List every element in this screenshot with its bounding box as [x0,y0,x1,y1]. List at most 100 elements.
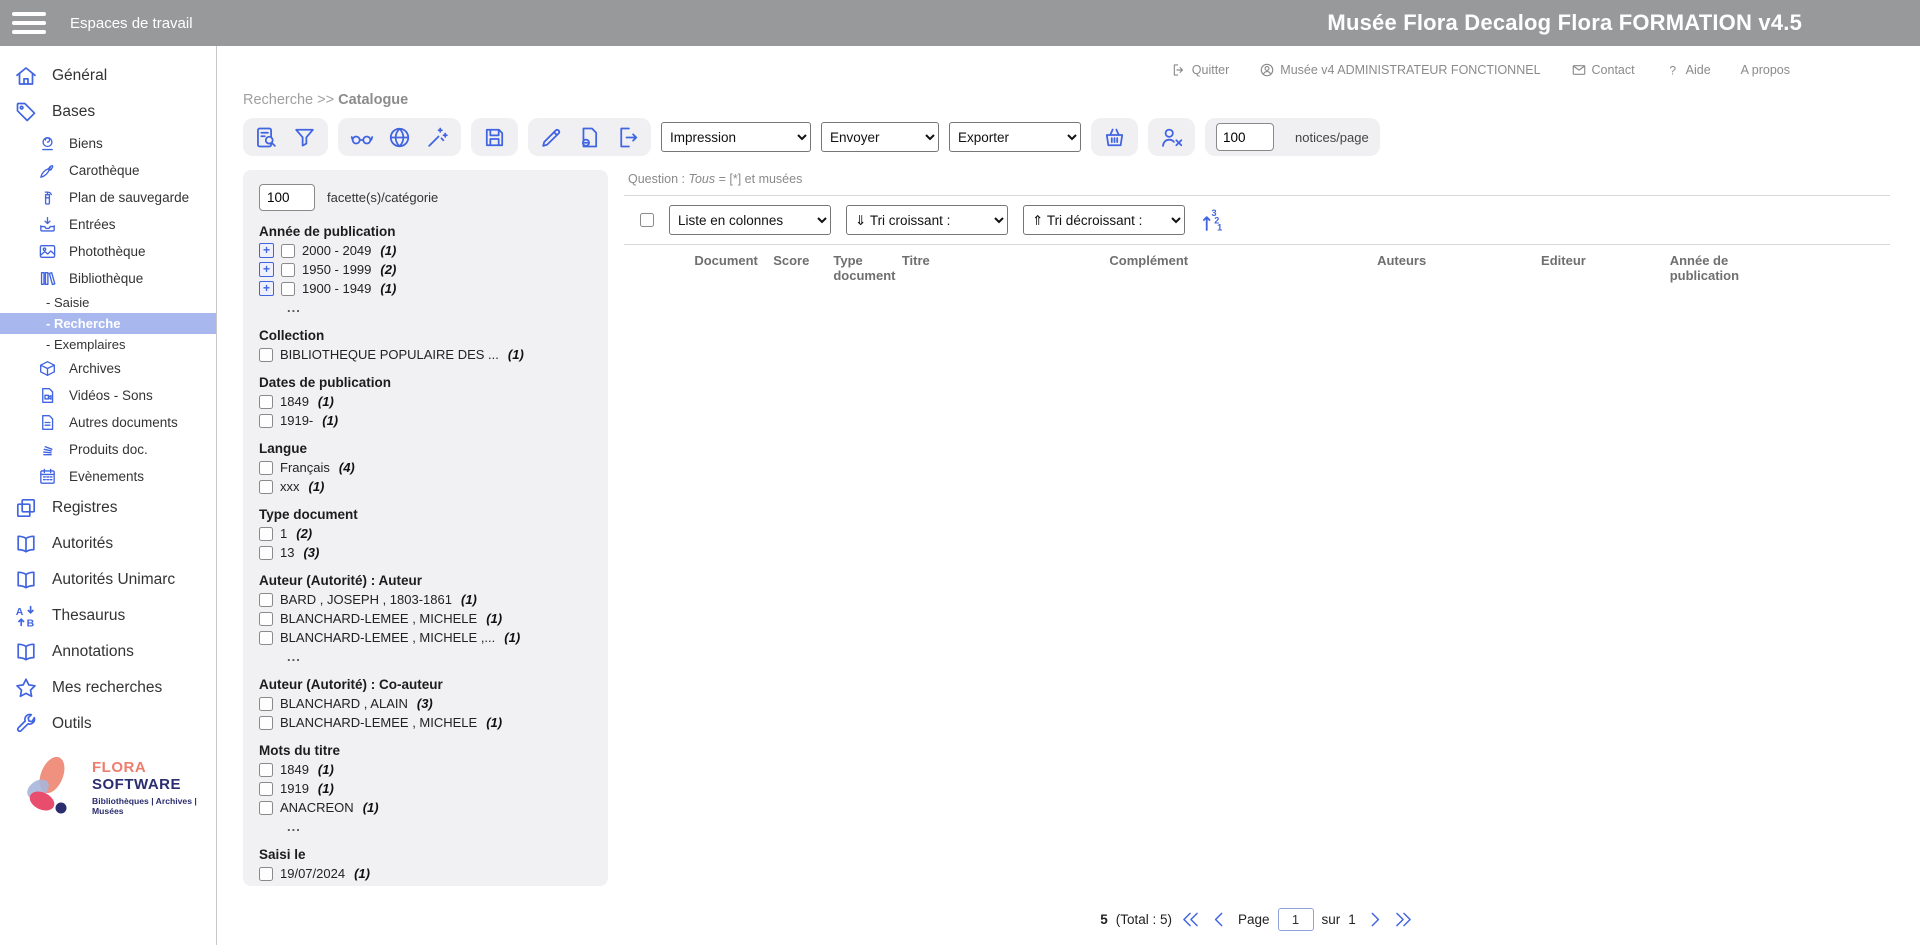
expand-plus-icon[interactable]: + [259,243,274,258]
sidebar-item-saisie[interactable]: - Saisie [0,292,216,313]
sidebar-item-videos-sons[interactable]: Vidéos - Sons [0,382,216,409]
sidebar-item-bases[interactable]: Bases [0,94,216,130]
facet-label: 1900 - 1949 [302,281,371,296]
facet-more-link[interactable]: ... [287,819,592,834]
sidebar-item-entrees[interactable]: Entrées [0,211,216,238]
expand-plus-icon[interactable]: + [259,262,274,277]
facet-more-link[interactable]: ... [287,300,592,315]
pencil-icon[interactable] [539,125,564,150]
sidebar-item-plan-de-sauvegarde[interactable]: Plan de sauvegarde [0,184,216,211]
main-area: Quitter Musée v4 ADMINISTRATEUR FONCTIONN… [217,46,1920,945]
sidebar-item-label: Carothèque [69,163,140,178]
sidebar-item-thesaurus[interactable]: ABThesaurus [0,598,216,634]
sidebar-item-label: - Exemplaires [46,337,125,352]
facet-checkbox[interactable] [259,348,273,362]
sidebar-item-annotations[interactable]: Annotations [0,634,216,670]
sidebar-item-recherche[interactable]: - Recherche [0,313,216,334]
basket-icon[interactable] [1102,125,1127,150]
userbar-aide[interactable]: ?Aide [1665,62,1711,78]
facet-count-input[interactable] [259,184,315,211]
facet-checkbox[interactable] [259,414,273,428]
facet-group-title: Saisi le [259,847,592,862]
doc-export-icon[interactable] [615,125,640,150]
userbar-musee-v4-administrateur-fonctionnel[interactable]: Musée v4 ADMINISTRATEUR FONCTIONNEL [1259,62,1540,78]
facet-checkbox[interactable] [259,527,273,541]
impression-select[interactable]: Impression [661,122,811,152]
sidebar-item-general[interactable]: Général [0,58,216,94]
facet-item: Français(4) [259,460,592,475]
facet-label: Français [280,460,330,475]
expand-plus-icon[interactable]: + [259,281,274,296]
facet-checkbox[interactable] [259,697,273,711]
userbar-a-propos[interactable]: A propos [1741,63,1790,77]
facet-checkbox[interactable] [281,282,295,296]
previous-page-icon[interactable] [1209,909,1230,930]
sidebar-item-archives[interactable]: Archives [0,355,216,382]
facet-count: (2) [380,262,396,277]
doc-remove-icon[interactable] [577,125,602,150]
view-mode-select[interactable]: Liste en colonnes [669,205,831,235]
facet-checkbox[interactable] [259,395,273,409]
sidebar-item-label: Autorités Unimarc [52,571,175,589]
sidebar-item-bibliotheque[interactable]: Bibliothèque [0,265,216,292]
first-page-icon[interactable] [1180,909,1201,930]
userbar-contact[interactable]: Contact [1571,62,1635,78]
facet-checkbox[interactable] [259,631,273,645]
notices-per-page-input[interactable] [1216,123,1274,151]
sidebar-item-registres[interactable]: Registres [0,490,216,526]
sort-descending-select[interactable]: ⇑ Tri décroissant : [1023,205,1185,235]
hamburger-menu-icon[interactable] [12,12,46,34]
facet-label: 1950 - 1999 [302,262,371,277]
facet-checkbox[interactable] [281,263,295,277]
facet-checkbox[interactable] [259,480,273,494]
last-page-icon[interactable] [1393,909,1414,930]
glasses-icon[interactable] [349,125,374,150]
userbar-quitter[interactable]: Quitter [1171,62,1230,78]
sidebar-item-evenements[interactable]: Evènements [0,463,216,490]
facet-count: (3) [303,545,319,560]
facet-checkbox[interactable] [259,763,273,777]
sidebar-item-outils[interactable]: Outils [0,706,216,742]
magic-wand-icon[interactable] [425,125,450,150]
facet-checkbox[interactable] [259,867,273,881]
facet-checkbox[interactable] [259,612,273,626]
multi-sort-icon[interactable]: 321 [1200,207,1226,233]
sidebar-item-exemplaires[interactable]: - Exemplaires [0,334,216,355]
facets-panel: facette(s)/catégorie Année de publicatio… [243,170,608,886]
envoyer-select[interactable]: Envoyer [821,122,939,152]
facet-checkbox[interactable] [281,244,295,258]
image-icon [38,242,57,261]
funnel-icon[interactable] [292,125,317,150]
next-page-icon[interactable] [1364,909,1385,930]
facet-checkbox[interactable] [259,593,273,607]
select-all-checkbox[interactable] [640,213,654,227]
facet-checkbox[interactable] [259,546,273,560]
sidebar-item-autorites[interactable]: Autorités [0,526,216,562]
sidebar-item-autorites-unimarc[interactable]: Autorités Unimarc [0,562,216,598]
sidebar-item-biens[interactable]: Biens [0,130,216,157]
facet-checkbox[interactable] [259,716,273,730]
userbar-label: Contact [1592,63,1635,77]
sidebar-item-carotheque[interactable]: Carothèque [0,157,216,184]
facet-checkbox[interactable] [259,801,273,815]
col-header-complement: Complément [1103,245,1371,290]
facet-checkbox[interactable] [259,782,273,796]
facet-groups: Année de publication+2000 - 2049(1)+1950… [259,224,592,886]
exporter-select[interactable]: Exporter [949,122,1081,152]
workspace-label[interactable]: Espaces de travail [70,15,193,32]
sidebar-item-phototheque[interactable]: Photothèque [0,238,216,265]
facet-label: xxx [280,479,300,494]
globe-icon[interactable] [387,125,412,150]
sidebar-item-autres-documents[interactable]: Autres documents [0,409,216,436]
user-remove-icon[interactable] [1159,125,1184,150]
facet-more-link[interactable]: ... [287,649,592,664]
facet-checkbox[interactable] [259,461,273,475]
list-search-icon[interactable] [254,125,279,150]
sort-ascending-select[interactable]: ⇓ Tri croissant : [846,205,1008,235]
sidebar-item-produits-doc[interactable]: Produits doc. [0,436,216,463]
save-icon[interactable] [482,125,507,150]
page-number-input[interactable] [1278,908,1314,931]
facet-label: 18/07/2024 [280,885,345,886]
sidebar-item-mes-recherches[interactable]: Mes recherches [0,670,216,706]
facet-checkbox[interactable] [259,886,273,887]
